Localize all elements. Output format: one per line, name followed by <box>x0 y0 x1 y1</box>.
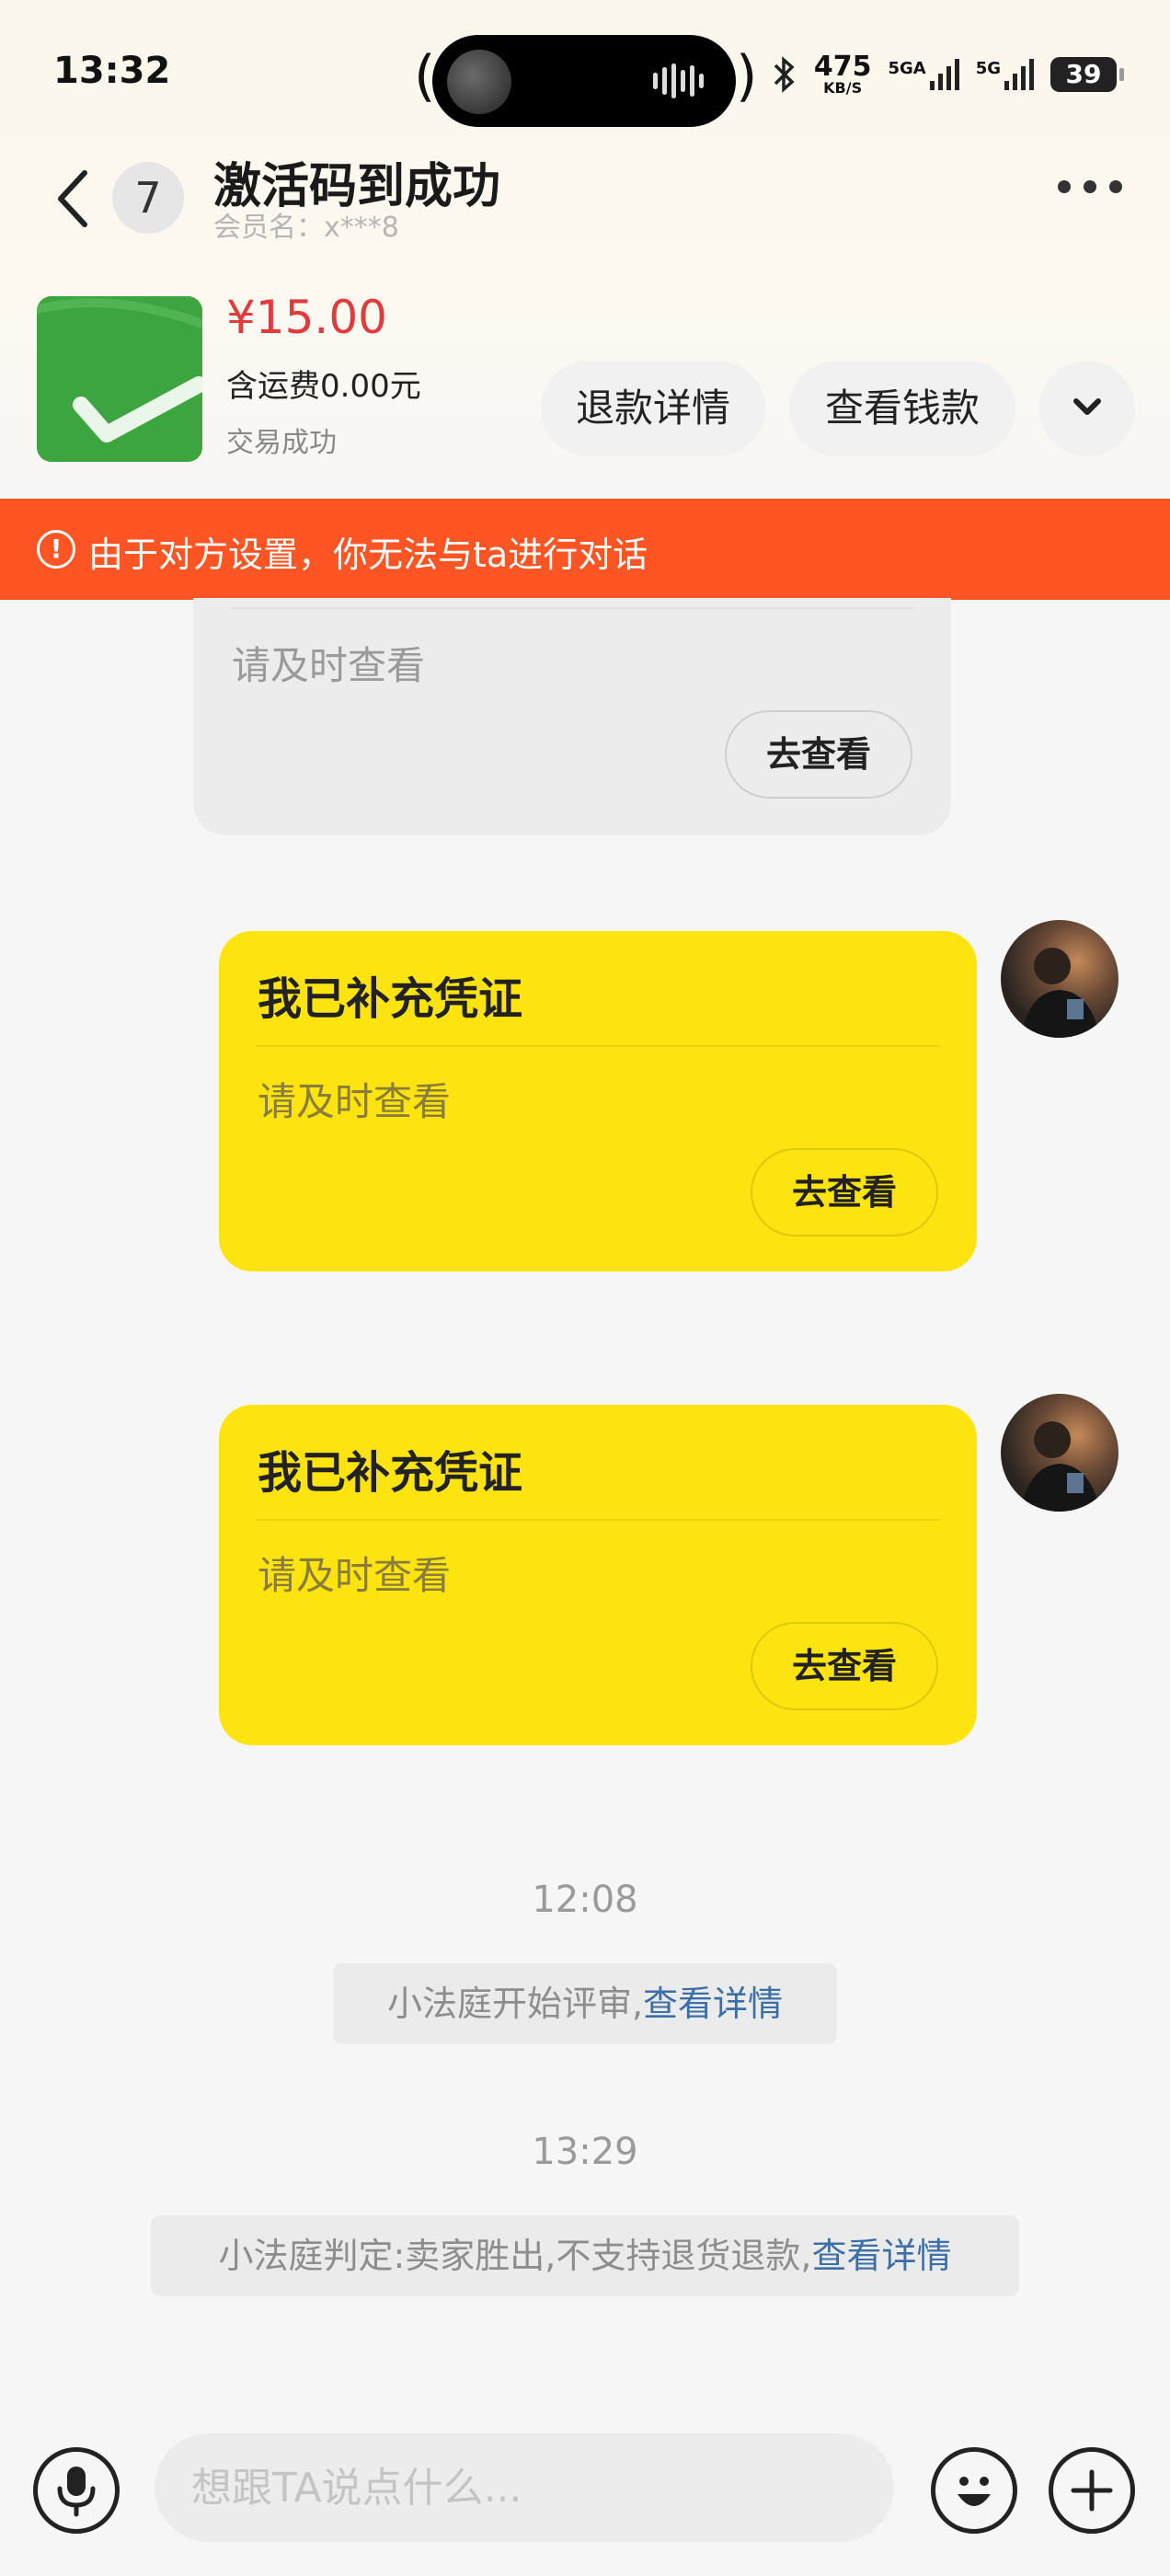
signal-5ga-icon: 5GA <box>888 59 959 90</box>
unread-count-badge[interactable]: 7 <box>112 162 184 234</box>
avatar-image <box>1021 948 1100 1038</box>
view-button[interactable]: 去查看 <box>751 1622 938 1710</box>
microphone-icon[interactable] <box>33 2447 120 2534</box>
back-icon[interactable] <box>46 162 101 236</box>
member-name: 会员名：x***8 <box>213 212 399 244</box>
bluetooth-icon <box>774 56 795 93</box>
message-title: 我已补充凭证 <box>258 1447 523 1499</box>
view-details-link[interactable]: 查看详情 <box>811 2236 951 2276</box>
avatar-image <box>1021 1421 1100 1512</box>
more-icon[interactable] <box>1058 180 1122 193</box>
product-thumbnail[interactable] <box>37 296 202 462</box>
order-price: ¥15.00 <box>226 291 387 344</box>
card-divider <box>256 1045 940 1047</box>
view-money-button[interactable]: 查看钱款 <box>789 361 1015 456</box>
message-body: 请及时查看 <box>258 1553 452 1598</box>
message-title: 我已补充凭证 <box>258 973 523 1025</box>
timestamp: 13:29 <box>532 2131 638 2173</box>
audio-wave-icon <box>653 63 704 99</box>
timestamp: 12:08 <box>532 1879 638 1921</box>
emoji-icon[interactable] <box>931 2447 1017 2534</box>
plus-icon[interactable] <box>1049 2447 1135 2534</box>
plus-glyph <box>1071 2469 1113 2512</box>
now-playing-avatar <box>447 50 511 114</box>
view-details-link[interactable]: 查看详情 <box>643 1984 783 2024</box>
card-divider <box>256 1519 940 1521</box>
message-body: 请及时查看 <box>232 643 426 688</box>
view-button[interactable]: 去查看 <box>751 1148 938 1236</box>
system-message: 小法庭开始评审,查看详情 <box>333 1963 837 2044</box>
signal-5g-icon: 5G <box>976 59 1034 90</box>
message-input[interactable] <box>155 2433 894 2542</box>
checkmark-icon <box>37 296 202 462</box>
alert-text: 由于对方设置，你无法与ta进行对话 <box>88 535 648 575</box>
system-message-text: 小法庭开始评审, <box>386 1984 644 2024</box>
status-time: 13:32 <box>53 50 171 92</box>
dynamic-island-bracket-right: ) <box>736 44 758 109</box>
system-message: 小法庭判定:卖家胜出,不支持退货退款,查看详情 <box>151 2215 1019 2296</box>
refund-details-button[interactable]: 退款详情 <box>541 361 765 456</box>
expand-button[interactable] <box>1039 361 1135 456</box>
avatar[interactable] <box>1001 920 1118 1038</box>
status-icons: 475 KB/S 5GA 5G 39 <box>770 51 1124 97</box>
message-body: 请及时查看 <box>258 1079 452 1124</box>
chevron-down-icon <box>1073 398 1101 415</box>
battery-icon: 39 <box>1050 57 1124 92</box>
shipping-fee: 含运费0.00元 <box>226 368 421 405</box>
emoji-glyph <box>958 2477 991 2506</box>
avatar[interactable] <box>1001 1394 1118 1512</box>
view-button[interactable]: 去查看 <box>725 710 912 799</box>
card-divider <box>230 607 914 609</box>
microphone-glyph <box>57 2467 96 2517</box>
system-message-text: 小法庭判定:卖家胜出,不支持退货退款, <box>218 2236 812 2276</box>
order-status: 交易成功 <box>226 427 337 459</box>
network-speed: 475 KB/S <box>813 51 872 97</box>
alert-icon: ! <box>37 530 75 569</box>
